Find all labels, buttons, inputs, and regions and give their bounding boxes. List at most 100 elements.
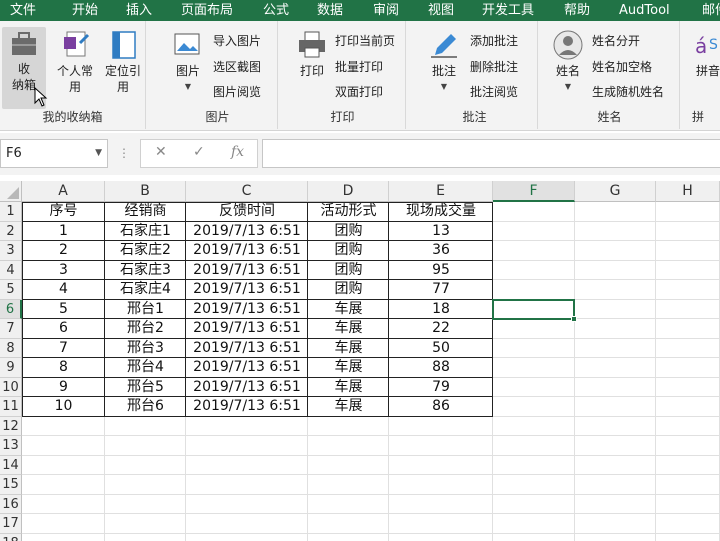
print-button[interactable]: 打印 [294, 29, 330, 79]
menu-mail[interactable]: 邮件 [702, 0, 720, 21]
selection-screenshot-button[interactable]: 选区截图 [213, 56, 261, 78]
table-cell[interactable]: 2019/7/13 6:51 [186, 280, 308, 300]
menu-audtool[interactable]: AudTool [619, 0, 670, 21]
row-header-5[interactable]: 5 [0, 280, 22, 300]
table-cell[interactable]: 2019/7/13 6:51 [186, 319, 308, 339]
pinyin-button[interactable]: áS 拼音 [690, 29, 720, 79]
menu-formulas[interactable]: 公式 [263, 0, 289, 21]
picture-browse-button[interactable]: 图片阅览 [213, 81, 261, 103]
table-cell[interactable]: 2019/7/13 6:51 [186, 339, 308, 359]
batch-print-button[interactable]: 批量打印 [335, 56, 383, 78]
table-cell[interactable]: 石家庄3 [105, 261, 186, 281]
table-cell[interactable]: 2019/7/13 6:51 [186, 241, 308, 261]
locate-reference-button[interactable]: 定位引 用 [100, 29, 146, 95]
table-cell[interactable]: 邢台6 [105, 397, 186, 417]
name-add-space-button[interactable]: 姓名加空格 [592, 56, 652, 78]
menu-view[interactable]: 视图 [428, 0, 454, 21]
table-cell[interactable]: 13 [389, 222, 493, 242]
picture-button[interactable]: 图片 ▼ [168, 29, 208, 95]
column-header-f[interactable]: F [493, 181, 575, 202]
add-comment-button[interactable]: 添加批注 [470, 30, 518, 52]
menu-help[interactable]: 帮助 [564, 0, 590, 21]
menu-file[interactable]: 文件 [10, 0, 36, 21]
table-cell[interactable]: 22 [389, 319, 493, 339]
table-cell[interactable]: 车展 [308, 378, 389, 398]
table-cell[interactable]: 8 [22, 358, 105, 378]
row-header-6[interactable]: 6 [0, 299, 22, 319]
row-header-1[interactable]: 1 [0, 202, 22, 222]
table-cell[interactable]: 团购 [308, 261, 389, 281]
table-cell[interactable]: 邢台4 [105, 358, 186, 378]
function-icon[interactable]: fx [231, 144, 244, 160]
table-cell[interactable]: 95 [389, 261, 493, 281]
table-cell[interactable]: 2019/7/13 6:51 [186, 261, 308, 281]
row-header-4[interactable]: 4 [0, 260, 22, 280]
column-header-d[interactable]: D [308, 181, 389, 202]
table-cell[interactable]: 石家庄2 [105, 241, 186, 261]
personal-common-button[interactable]: 个人常 用 [52, 29, 98, 95]
column-header-h[interactable]: H [656, 181, 720, 202]
column-header-b[interactable]: B [105, 181, 186, 202]
active-cell-selection[interactable] [492, 298, 575, 320]
table-cell[interactable]: 1 [22, 222, 105, 242]
table-cell[interactable]: 邢台2 [105, 319, 186, 339]
table-cell[interactable]: 车展 [308, 300, 389, 320]
table-cell[interactable]: 邢台5 [105, 378, 186, 398]
menu-data[interactable]: 数据 [317, 0, 343, 21]
table-cell[interactable]: 2019/7/13 6:51 [186, 397, 308, 417]
row-header-2[interactable]: 2 [0, 221, 22, 241]
column-header-c[interactable]: C [186, 181, 308, 202]
table-cell[interactable]: 团购 [308, 222, 389, 242]
table-cell[interactable]: 50 [389, 339, 493, 359]
menu-developer[interactable]: 开发工具 [482, 0, 534, 21]
table-cell[interactable]: 2019/7/13 6:51 [186, 300, 308, 320]
menu-page-layout[interactable]: 页面布局 [181, 0, 233, 21]
row-header-11[interactable]: 11 [0, 397, 22, 417]
table-cell[interactable]: 团购 [308, 280, 389, 300]
table-cell[interactable]: 86 [389, 397, 493, 417]
drag-handle-icon[interactable]: ⋮ [118, 146, 130, 160]
row-header-9[interactable]: 9 [0, 358, 22, 378]
table-cell[interactable]: 车展 [308, 358, 389, 378]
row-header-3[interactable]: 3 [0, 241, 22, 261]
print-current-page-button[interactable]: 打印当前页 [335, 30, 395, 52]
cancel-icon[interactable]: ✕ [155, 144, 167, 160]
table-cell[interactable]: 车展 [308, 397, 389, 417]
table-cell[interactable]: 石家庄1 [105, 222, 186, 242]
table-header-cell[interactable]: 经销商 [105, 202, 186, 222]
table-header-cell[interactable]: 活动形式 [308, 202, 389, 222]
import-picture-button[interactable]: 导入图片 [213, 30, 261, 52]
row-header-17[interactable]: 17 [0, 514, 22, 534]
name-button[interactable]: 姓名 ▼ [550, 29, 586, 95]
duplex-print-button[interactable]: 双面打印 [335, 81, 383, 103]
table-cell[interactable]: 车展 [308, 319, 389, 339]
row-header-14[interactable]: 14 [0, 455, 22, 475]
row-header-15[interactable]: 15 [0, 475, 22, 495]
row-header-10[interactable]: 10 [0, 377, 22, 397]
row-header-7[interactable]: 7 [0, 319, 22, 339]
select-all-corner[interactable] [0, 181, 22, 202]
column-header-a[interactable]: A [22, 181, 105, 202]
row-header-16[interactable]: 16 [0, 494, 22, 514]
row-header-13[interactable]: 13 [0, 436, 22, 456]
table-cell[interactable]: 6 [22, 319, 105, 339]
table-cell[interactable]: 4 [22, 280, 105, 300]
comment-button[interactable]: 批注 ▼ [424, 29, 464, 95]
table-cell[interactable]: 石家庄4 [105, 280, 186, 300]
table-cell[interactable]: 2019/7/13 6:51 [186, 358, 308, 378]
menu-home[interactable]: 开始 [72, 0, 98, 21]
random-name-button[interactable]: 生成随机姓名 [592, 81, 664, 103]
table-cell[interactable]: 79 [389, 378, 493, 398]
table-cell[interactable]: 团购 [308, 241, 389, 261]
column-header-e[interactable]: E [389, 181, 493, 202]
table-header-cell[interactable]: 反馈时间 [186, 202, 308, 222]
table-cell[interactable]: 邢台1 [105, 300, 186, 320]
table-cell[interactable]: 3 [22, 261, 105, 281]
formula-input[interactable] [262, 139, 720, 168]
table-header-cell[interactable]: 现场成交量 [389, 202, 493, 222]
table-cell[interactable]: 7 [22, 339, 105, 359]
table-header-cell[interactable]: 序号 [22, 202, 105, 222]
confirm-icon[interactable]: ✓ [193, 144, 205, 160]
comment-browse-button[interactable]: 批注阅览 [470, 81, 518, 103]
table-cell[interactable]: 2 [22, 241, 105, 261]
